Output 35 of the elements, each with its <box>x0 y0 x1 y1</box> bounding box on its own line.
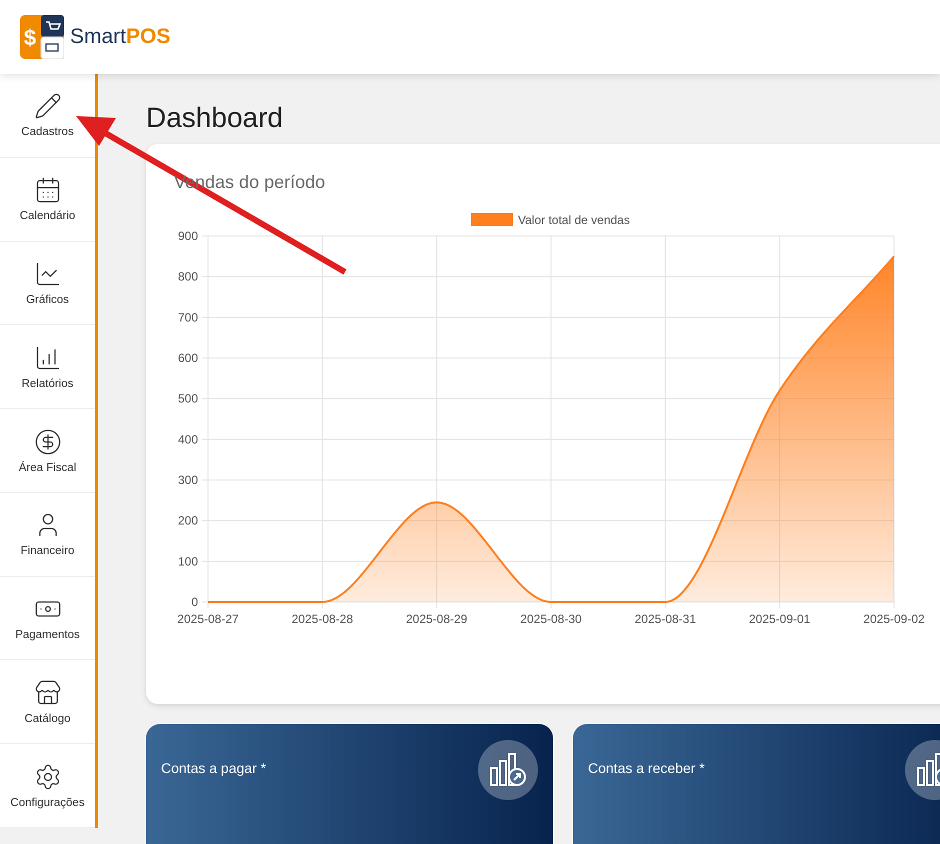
axis-tick-label: 300 <box>178 473 198 487</box>
legend-label: Valor total de vendas <box>518 213 630 227</box>
axis-tick-label: 2025-09-01 <box>748 612 810 626</box>
sidebar-item[interactable]: Pagamentos <box>0 576 95 660</box>
axis-tick-label: 500 <box>178 392 198 406</box>
axis-tick-label: 2025-08-28 <box>292 612 354 626</box>
sidebar-item[interactable]: Calendário <box>0 158 95 242</box>
sidebar-item[interactable]: Gráficos <box>0 242 95 326</box>
page-title: Dashboard <box>146 102 284 134</box>
axis-tick-label: 200 <box>178 514 198 528</box>
axis-tick-label: 2025-08-29 <box>406 612 468 626</box>
axis-tick-label: 2025-08-31 <box>634 612 696 626</box>
pencil-icon <box>34 92 62 120</box>
axis-tick-label: 400 <box>178 432 198 446</box>
axis-tick-label: 2025-09-02 <box>863 612 925 626</box>
logo-icon: $ <box>20 15 64 59</box>
dollar-icon <box>34 428 62 456</box>
sidebar-item[interactable]: Relatórios <box>0 325 95 410</box>
axis-tick-label: 700 <box>178 310 198 324</box>
axis-tick-label: 800 <box>178 270 198 284</box>
axis-tick-label: 100 <box>178 554 198 568</box>
axis-tick-label: 600 <box>178 351 198 365</box>
axis-tick-label: 0 <box>191 595 198 609</box>
store-icon <box>34 678 62 707</box>
card-title: Contas a pagar * <box>161 760 266 778</box>
sidebar-item[interactable]: Financeiro <box>0 492 95 577</box>
sidebar-item[interactable]: Catálogo <box>0 660 95 744</box>
sidebar-item[interactable]: Área Fiscal <box>0 409 95 493</box>
axis-tick-label: 900 <box>178 229 198 243</box>
sidebar-item[interactable]: Configurações <box>0 744 95 828</box>
card-title: Contas a receber * <box>588 760 705 778</box>
axis-tick-label: 2025-08-30 <box>520 612 582 626</box>
bar-chart-icon <box>489 752 527 788</box>
axis-tick-label: 2025-08-27 <box>177 612 239 626</box>
brand-name: SmartPOS <box>70 25 170 49</box>
